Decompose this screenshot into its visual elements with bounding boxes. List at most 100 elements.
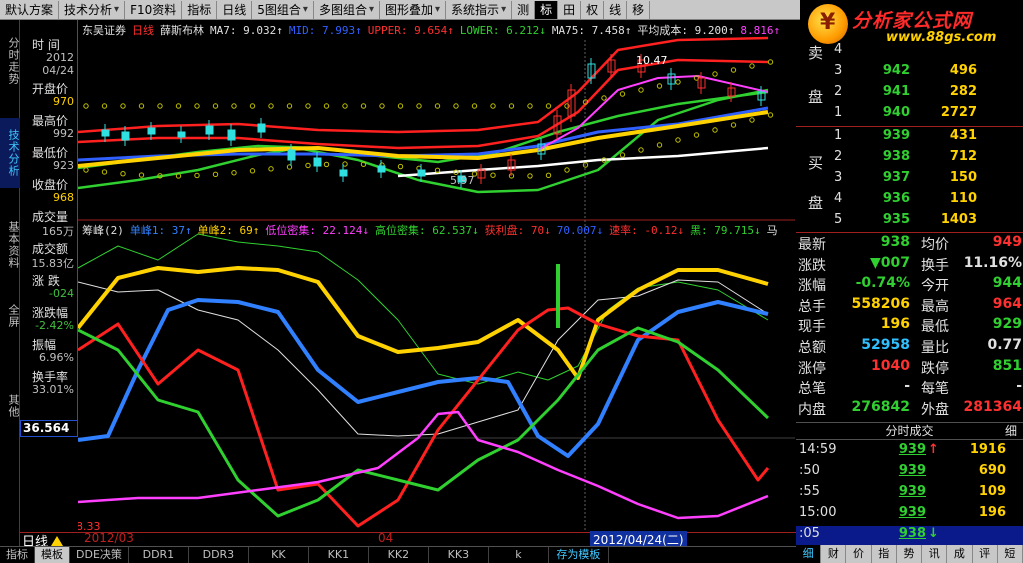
info-value-5: 968 (53, 191, 74, 204)
bottom-tab-7[interactable]: KK2 (369, 547, 429, 563)
toolbar-button-14[interactable]: 移 (627, 0, 651, 19)
sell-side-label: 卖 (808, 44, 824, 62)
tick-row-1[interactable]: :50 939 690 (796, 463, 1023, 484)
toolbar-button-0[interactable]: 默认方案 (0, 0, 60, 19)
quote-row-4: 现手 196 最低 929 (796, 316, 1023, 337)
sell-side-label: 盘 (808, 88, 824, 106)
bottom-tab-9[interactable]: k (489, 547, 549, 563)
buy-row-2[interactable]: 2 938 712 (796, 149, 1023, 170)
buy-row-5[interactable]: 5 935 1403 (796, 212, 1023, 233)
right-panel-tabs: 细财价指势讯成评短 (796, 545, 1023, 563)
bar-info-panel: 时 间 2012 04/24 开盘价 970 最高价 992 最低价 923 收盘价 968 成交量 1… (20, 20, 78, 422)
right-tab-6[interactable]: 成 (947, 545, 973, 563)
sub-green-thin (78, 233, 769, 385)
book-volume: 712 (949, 149, 977, 164)
right-tab-3[interactable]: 指 (872, 545, 897, 563)
bottom-tab-2[interactable]: DDE决策 (70, 547, 129, 563)
tick-row-4[interactable]: :05 938 ↓ (796, 526, 1023, 547)
upper-dot (490, 103, 496, 109)
sell-row-1[interactable]: 1 940 2727 (796, 105, 1023, 126)
toolbar-button-label: 默认方案 (5, 2, 54, 17)
lower-dot (619, 152, 626, 158)
quote-row-5: 总额 52958 量比 0.77 (796, 337, 1023, 358)
toolbar-button-2[interactable]: F10资料 (125, 0, 183, 19)
toolbar-button-1[interactable]: 技术分析 ▾ (59, 0, 126, 19)
candle-body (287, 149, 296, 161)
toolbar-button-label: 系统指示 (451, 2, 500, 17)
price-high-label: 10.47 (636, 54, 668, 67)
bottom-tab-3[interactable]: DDR1 (129, 547, 189, 563)
vtab-fullscreen[interactable]: 全屏 (0, 296, 20, 336)
mainLegend-item-8: 平均成本: 9.200↑ (637, 24, 735, 37)
sell-row-3[interactable]: 3 942 496 (796, 63, 1023, 84)
book-level: 4 (834, 42, 843, 57)
tick-row-0[interactable]: 14:59 939 ↑ 1916 (796, 442, 1023, 463)
right-tab-8[interactable]: 短 (998, 545, 1023, 563)
period-up-arrow-icon (51, 535, 64, 546)
buy-row-4[interactable]: 4 936 110 (796, 191, 1023, 212)
brand-logo: 分析家公式网 www.88gs.com (800, 0, 1023, 48)
tick-row-3[interactable]: 15:00 939 196 (796, 505, 1023, 526)
quote-value: 0.77 (987, 337, 1022, 353)
toolbar-button-10[interactable]: 标 (535, 0, 559, 19)
buy-row-3[interactable]: 3 937 150 (796, 170, 1023, 191)
upper-dot (268, 103, 274, 109)
upper-dot (397, 103, 404, 109)
toolbar-button-12[interactable]: 权 (581, 0, 605, 19)
quote-value: 944 (992, 275, 1022, 292)
right-tab-5[interactable]: 讯 (922, 545, 948, 563)
upper-dot (101, 103, 108, 109)
upper-dot (120, 103, 126, 109)
high-density-line (78, 326, 770, 518)
sell-row-4[interactable]: 4 (796, 42, 1023, 63)
low-density-line (78, 410, 769, 520)
toolbar-button-5[interactable]: 5图组合 ▾ (252, 0, 314, 19)
vtab-technical[interactable]: 技术分析 (0, 118, 20, 188)
vtab-timeshare[interactable]: 分时走势 (0, 26, 20, 96)
right-tab-1[interactable]: 财 (821, 545, 847, 563)
quote-label: 最高 (921, 298, 949, 315)
cursor-price-tag: 36.564 (20, 420, 78, 437)
right-tab-0[interactable]: 细 (796, 545, 822, 563)
quote-value: 1040 (871, 357, 910, 374)
sell-row-2[interactable]: 2 941 282 (796, 84, 1023, 105)
tick-detail-button[interactable]: 细 (1005, 423, 1017, 439)
bottom-tab-0[interactable]: 指标 (0, 547, 35, 563)
bottom-tab-8[interactable]: KK3 (429, 547, 489, 563)
quote-label: 现手 (798, 319, 826, 336)
lower-dot (730, 122, 737, 128)
right-tab-2[interactable]: 价 (846, 545, 872, 563)
lower-dot (212, 171, 219, 178)
quote-value: 949 (992, 234, 1022, 250)
book-volume: 496 (949, 63, 977, 78)
chart-canvas[interactable]: 10.475.978.33 (78, 20, 795, 532)
technical-chart[interactable]: 10.47 5.97 8.33 东吴证券 日线 薛斯布林 MA7: 9.032↑ MID: … (78, 20, 795, 532)
book-volume: 282 (949, 84, 977, 99)
right-tab-4[interactable]: 势 (897, 545, 923, 563)
vtab-fundamentals[interactable]: 基本资料 (0, 210, 20, 280)
toolbar-button-11[interactable]: 田 (558, 0, 582, 19)
toolbar-button-13[interactable]: 线 (604, 0, 628, 19)
quote-value: - (904, 378, 910, 395)
toolbar-button-9[interactable]: 测 (512, 0, 536, 19)
right-tab-7[interactable]: 评 (973, 545, 998, 563)
bottom-tab-6[interactable]: KK1 (309, 547, 369, 563)
candle-body (101, 129, 110, 137)
mainLegend-item-1: 日线 (132, 24, 154, 37)
tick-row-2[interactable]: :55 939 109 (796, 484, 1023, 505)
bottom-tab-5[interactable]: KK (249, 547, 309, 563)
bottom-tab-10[interactable]: 存为模板 (549, 547, 609, 563)
period-axis-bar: 日线 2012/03 04 2012/04/24(二) (20, 531, 796, 550)
toolbar-button-3[interactable]: 指标 (182, 0, 218, 19)
buy-row-1[interactable]: 1 939 431 (796, 128, 1023, 149)
bottom-tab-1[interactable]: 模板 (35, 547, 70, 563)
toolbar-button-6[interactable]: 多图组合 ▾ (314, 0, 380, 19)
toolbar-button-8[interactable]: 系统指示 ▾ (446, 0, 513, 19)
toolbar-button-4[interactable]: 日线 (217, 0, 253, 19)
toolbar-button-label: 线 (609, 2, 622, 17)
vtab-other[interactable]: 其他 (0, 386, 20, 426)
lower-dot (305, 162, 311, 169)
toolbar-button-7[interactable]: 图形叠加 ▾ (380, 0, 447, 19)
bottom-tab-4[interactable]: DDR3 (189, 547, 249, 563)
tick-volume: 109 (978, 484, 1006, 499)
